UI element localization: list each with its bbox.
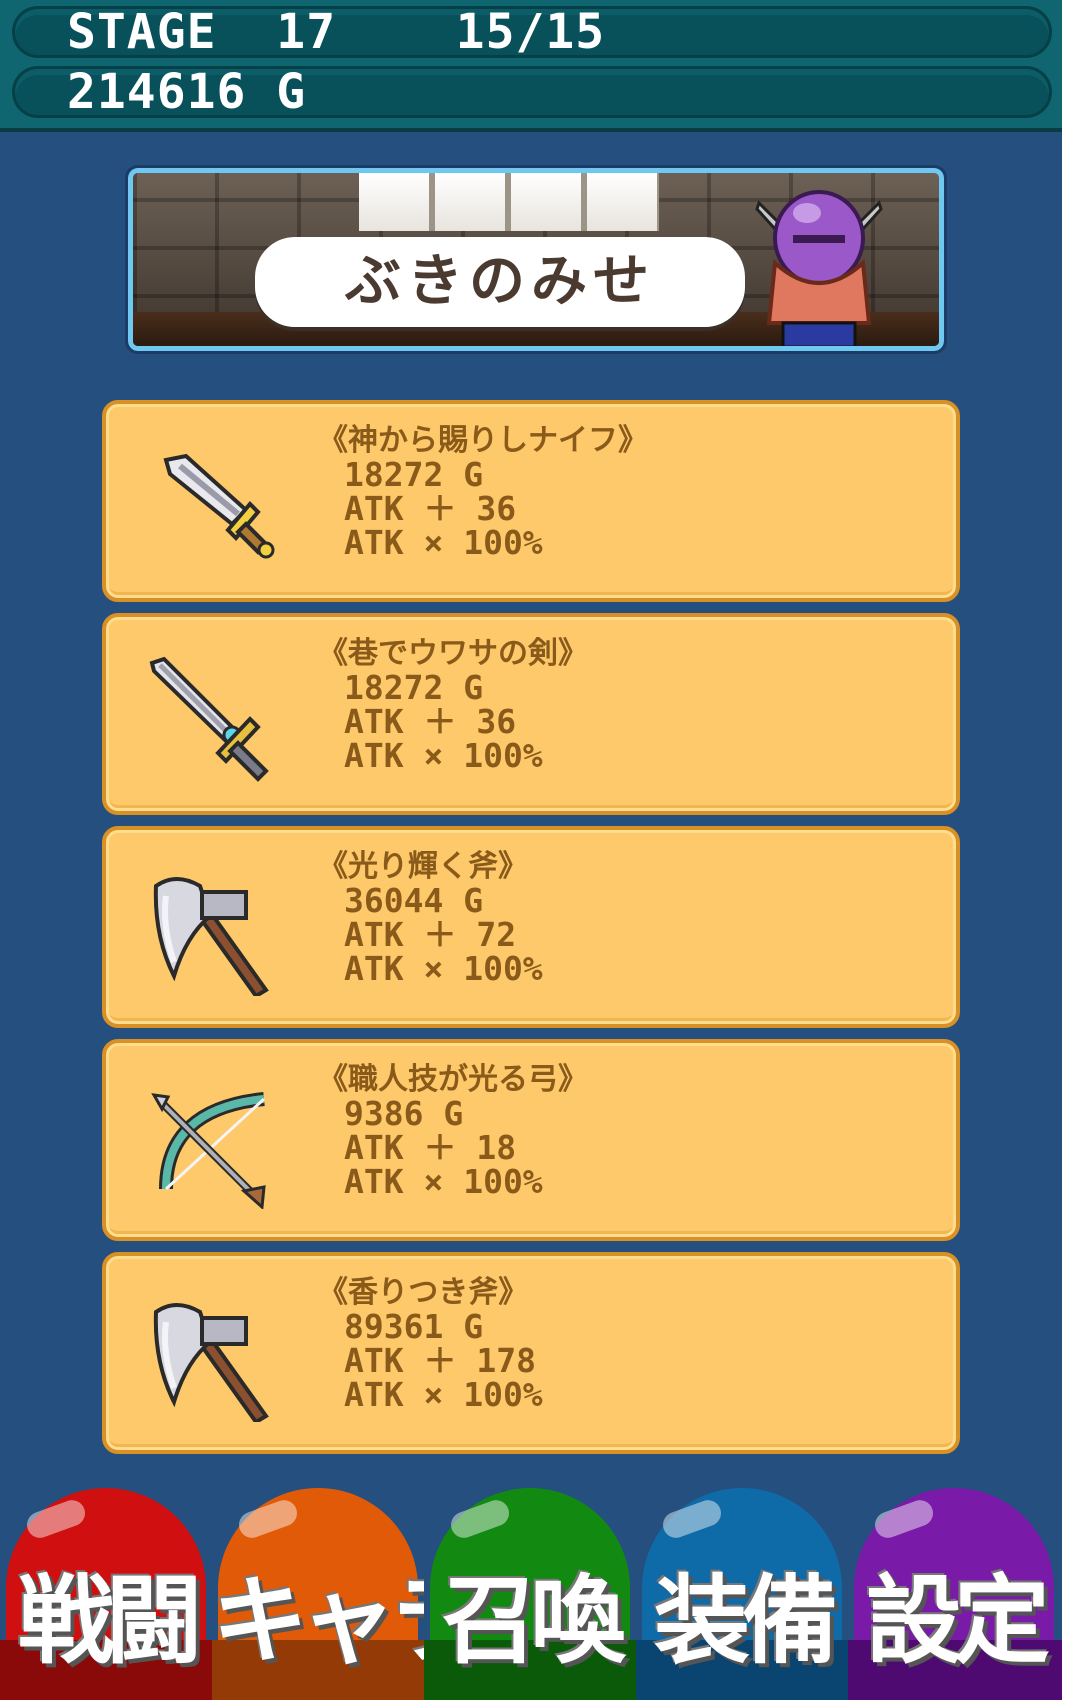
item-info: 《神から賜りしナイフ》 18272 G ATK ＋ 36 ATK × 100%	[318, 424, 648, 560]
item-price: 18272 G	[344, 668, 484, 707]
item-price: 18272 G	[344, 455, 484, 494]
item-atk-add: ATK ＋ 72	[344, 915, 517, 954]
right-edge-strip	[1062, 0, 1080, 1700]
knife-icon	[163, 453, 275, 559]
item-info: 《職人技が光る弓》 9386 G ATK ＋ 18 ATK × 100%	[318, 1063, 588, 1199]
shop-banner: ぶきのみせ	[125, 165, 947, 354]
shop-item-card[interactable]: 《巷でウワサの剣》 18272 G ATK ＋ 36 ATK × 100%	[102, 613, 960, 815]
item-atk-add: ATK ＋ 18	[344, 1128, 517, 1167]
stage-counter: STAGE 17 15/15	[12, 6, 1052, 58]
axe-icon	[153, 1303, 269, 1422]
item-atk-add: ATK ＋ 36	[344, 702, 517, 741]
nav-equip-button[interactable]: 装備	[636, 1488, 848, 1700]
nav-equip-label: 装備	[654, 1565, 838, 1677]
hud-header: STAGE 17 15/15 214616 G	[0, 0, 1062, 132]
shopkeeper-icon	[755, 190, 883, 346]
item-price: 89361 G	[344, 1307, 484, 1346]
nav-character-button[interactable]: キャラ	[212, 1488, 424, 1700]
item-info: 《光り輝く斧》 36044 G ATK ＋ 72 ATK × 100%	[318, 850, 543, 986]
item-name: 《光り輝く斧》	[318, 849, 528, 884]
item-price: 9386 G	[344, 1094, 464, 1133]
item-atk-mul: ATK × 100%	[344, 949, 543, 988]
item-name: 《巷でウワサの剣》	[318, 636, 588, 671]
item-atk-mul: ATK × 100%	[344, 1375, 543, 1414]
nav-battle-button[interactable]: 戦闘	[0, 1488, 212, 1700]
shop-title: ぶきのみせ	[255, 237, 745, 327]
nav-summon-button[interactable]: 召喚	[424, 1488, 636, 1700]
shop-item-card[interactable]: 《神から賜りしナイフ》 18272 G ATK ＋ 36 ATK × 100%	[102, 400, 960, 602]
nav-character-label: キャラ	[212, 1565, 424, 1677]
shop-item-list: 《神から賜りしナイフ》 18272 G ATK ＋ 36 ATK × 100% …	[102, 400, 960, 1465]
item-atk-mul: ATK × 100%	[344, 1162, 543, 1201]
item-atk-mul: ATK × 100%	[344, 523, 543, 562]
item-atk-add: ATK ＋ 178	[344, 1341, 536, 1380]
shop-item-card[interactable]: 《職人技が光る弓》 9386 G ATK ＋ 18 ATK × 100%	[102, 1039, 960, 1241]
item-info: 《香りつき斧》 89361 G ATK ＋ 178 ATK × 100%	[318, 1276, 543, 1412]
shop-item-card[interactable]: 《光り輝く斧》 36044 G ATK ＋ 72 ATK × 100%	[102, 826, 960, 1028]
bottom-nav: 戦闘 キャラ 召喚 装備 設定	[0, 1488, 1062, 1700]
gold-counter: 214616 G	[12, 66, 1052, 118]
item-name: 《職人技が光る弓》	[318, 1062, 588, 1097]
shop-item-card[interactable]: 《香りつき斧》 89361 G ATK ＋ 178 ATK × 100%	[102, 1252, 960, 1454]
item-price: 36044 G	[344, 881, 484, 920]
item-atk-mul: ATK × 100%	[344, 736, 543, 775]
nav-summon-label: 召喚	[442, 1565, 626, 1677]
item-info: 《巷でウワサの剣》 18272 G ATK ＋ 36 ATK × 100%	[318, 637, 588, 773]
nav-battle-label: 戦闘	[18, 1565, 202, 1677]
item-name: 《神から賜りしナイフ》	[318, 423, 648, 458]
nav-settings-label: 設定	[866, 1565, 1050, 1677]
banner-window	[359, 173, 659, 231]
item-atk-add: ATK ＋ 36	[344, 489, 517, 528]
bow-icon	[151, 1092, 266, 1209]
nav-settings-button[interactable]: 設定	[848, 1488, 1062, 1700]
item-name: 《香りつき斧》	[318, 1275, 529, 1310]
sword-icon	[149, 656, 269, 782]
axe-icon	[153, 877, 269, 996]
